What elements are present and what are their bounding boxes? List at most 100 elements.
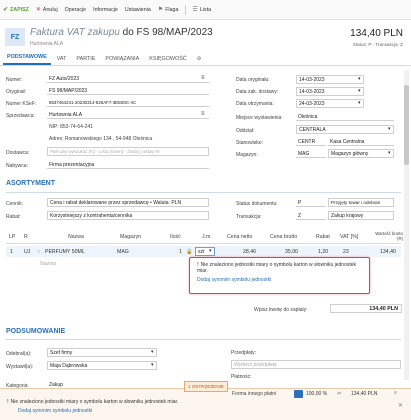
cancel-button[interactable]: ✕ Anuluj [35,6,58,14]
ksef-label: Numer KSeF: [6,101,37,107]
grid-header-divider [6,243,401,244]
col-rabat[interactable]: Rabat [316,234,330,240]
numer-label: Numer: [6,77,23,83]
payment-amount[interactable]: 134,40 PLN [351,391,377,397]
col-nazwa[interactable]: Nazwa [68,234,84,240]
oddzial-select[interactable]: CENTRALA [296,125,394,134]
col-jm[interactable]: J.m. [202,234,212,240]
cennik-label: Cennik: [6,201,23,207]
cennik-select[interactable]: Cena i rabat deklarowane przez sprzedawc… [47,198,209,207]
chevron-down-icon[interactable]: ▾ [358,88,361,94]
podsumowanie-section-title: PODSUMOWANIE [6,328,66,335]
dostawca-search-input[interactable]: Pole aby wyszukać (F2 - Lista (Insert) -… [47,147,209,156]
rabat-label: Rabat: [6,214,21,220]
tab-podstawowe[interactable]: PODSTAWOWE [3,54,51,65]
chevron-down-icon[interactable]: ▾ [151,349,154,355]
chevron-down-icon[interactable]: ▾ [358,100,361,106]
tab-powiazania[interactable]: POWIĄZANIA [101,56,143,65]
tab-partie[interactable]: PARTIE [72,56,99,65]
tab-ksiegowosc[interactable]: KSIĘGOWOŚĆ [145,56,190,65]
data-otrzymania-field[interactable]: 24-03-2023 [296,99,364,108]
close-icon[interactable]: ✕ [398,402,403,409]
attachment-icon[interactable]: ⊘ [193,56,206,65]
cell-cena-netto[interactable]: 28,46 [243,249,256,255]
przedplaty-label: Przedpłaty: [231,350,257,356]
oryginal-field[interactable]: FS 98/MAP/2023 [47,87,209,95]
magazyn-label: Magazyn: [236,152,258,158]
chevron-down-icon[interactable]: ▾ [358,76,361,82]
page-subtitle: Hurtownia ALA [30,41,64,47]
flag-icon: ⚑ [157,7,164,13]
transakcja-code[interactable]: Z [296,212,326,220]
cell-magazyn[interactable]: MAG [117,249,129,255]
wystawil-select[interactable]: Maja Dąbrowska [47,361,157,370]
payment-percent[interactable]: 100,00 % [306,391,327,397]
przedplaty-select[interactable]: Wybierz przedpłatę [231,360,401,369]
wpisz-field[interactable]: 134,40 PLN [330,304,402,313]
wystawil-label: Wystawił(a): [6,364,34,370]
toolbar-divider [185,4,187,15]
cell-rabat[interactable]: 1,20 [318,249,328,255]
cell-cena-brutto[interactable]: 35,00 [285,249,298,255]
scrollbar-thumb[interactable] [404,85,409,165]
oryginal-label: Oryginał: [6,89,27,95]
cell-wartosc[interactable]: 134,40 [380,249,396,255]
stanowisko-field[interactable]: Kasa Centralna [328,138,394,146]
list-button[interactable]: ☰ Lista [192,6,211,14]
warnings-badge[interactable]: 1 OSTRZEŻENIE [184,381,228,392]
cell-nazwa[interactable]: PERFUMY 50ML [45,249,85,255]
payment-equals-icon: ⇄ [337,391,342,397]
chevron-down-icon[interactable]: ▾ [209,248,212,254]
cell-ilosc[interactable]: 1 [179,249,182,255]
nabywca-label: Nabywca: [6,163,28,169]
magazyn-code[interactable]: MAG [296,150,326,158]
sprzedawca-menu-icon[interactable]: ≡ [201,111,205,117]
operations-menu[interactable]: Operacje [65,7,87,13]
add-unit-synonym-link[interactable]: Dodaj synonim symbolu jednostki [197,277,364,283]
close-icon: ✕ [35,7,41,13]
tab-vat[interactable]: VAT [53,56,71,65]
col-wartosc[interactable]: Wartość brutto (R) [373,231,403,241]
magazyn-select[interactable]: Magazyn główny [328,149,394,158]
data-oryginalu-field[interactable]: 14-03-2023 [296,75,364,84]
cell-vat[interactable]: 23 [343,249,349,255]
settings-menu[interactable]: Ustawienia [125,7,151,13]
info-menu[interactable]: Informacje [93,7,118,13]
odebral-select[interactable]: Szef firmy [47,348,157,357]
save-button[interactable]: ✔ ZAPISZ [3,6,29,14]
jm-select[interactable]: szt [195,247,215,256]
chevron-down-icon[interactable]: ▾ [388,126,391,132]
miejsce-field[interactable]: Oleśnica [296,113,394,121]
sprzedawca-field[interactable]: Hurtownia ALA [47,111,209,119]
bottom-add-synonym-link[interactable]: Dodaj synonim symbolu jednostki [18,408,92,414]
menu-icon[interactable]: ≡ [394,390,397,396]
col-magazyn[interactable]: Magazyn [120,234,141,240]
ksef-field[interactable]: 8537464241-20230314-826AF7-3EE80C-4C [47,99,209,107]
cell-r: UJ [24,249,31,255]
data-dostawy-field[interactable]: 14-03-2023 [296,87,364,96]
tab-bar: PODSTAWOWE VAT PARTIE POWIĄZANIA KSIĘGOW… [0,52,411,66]
payment-color-swatch [294,390,303,398]
error-message: Nie znaleziono jednostki miary o symbolu… [197,262,357,274]
col-ilosc[interactable]: Ilość [170,234,181,240]
col-cena-netto[interactable]: Cena netto [227,234,252,240]
col-cena-brutto[interactable]: Cena brutto [270,234,297,240]
col-r[interactable]: R [24,234,28,240]
chevron-down-icon[interactable]: ▾ [151,362,154,368]
row-menu-icon[interactable]: ≡ [37,249,40,255]
rabat-select[interactable]: Korzystniejszy z kontrahenta/cennika [47,211,209,220]
nabywca-field[interactable]: Firma prezentacyjna [47,161,209,169]
adres-text: Adres: Romanowskiego 134 , 54-948 Oleśni… [49,136,153,142]
flag-button[interactable]: ⚑ Flaga [157,6,179,14]
status-dok-code[interactable]: P [296,199,326,207]
col-vat[interactable]: VAT [%] [340,234,358,240]
transakcja-select[interactable]: Zakup krajowy [328,211,394,220]
numer-field[interactable]: FZ Auto/2023 [47,75,209,83]
col-lp[interactable]: LP [9,234,15,240]
oddzial-label: Oddział: [236,128,255,134]
chevron-down-icon[interactable]: ▾ [388,150,391,156]
stanowisko-code[interactable]: CENTR [296,138,326,146]
new-row-input[interactable]: Nazwa [40,261,56,267]
menu-icon[interactable]: ≡ [201,75,205,81]
status-dok-select[interactable]: Przyjęty towar i odebran [328,198,394,207]
